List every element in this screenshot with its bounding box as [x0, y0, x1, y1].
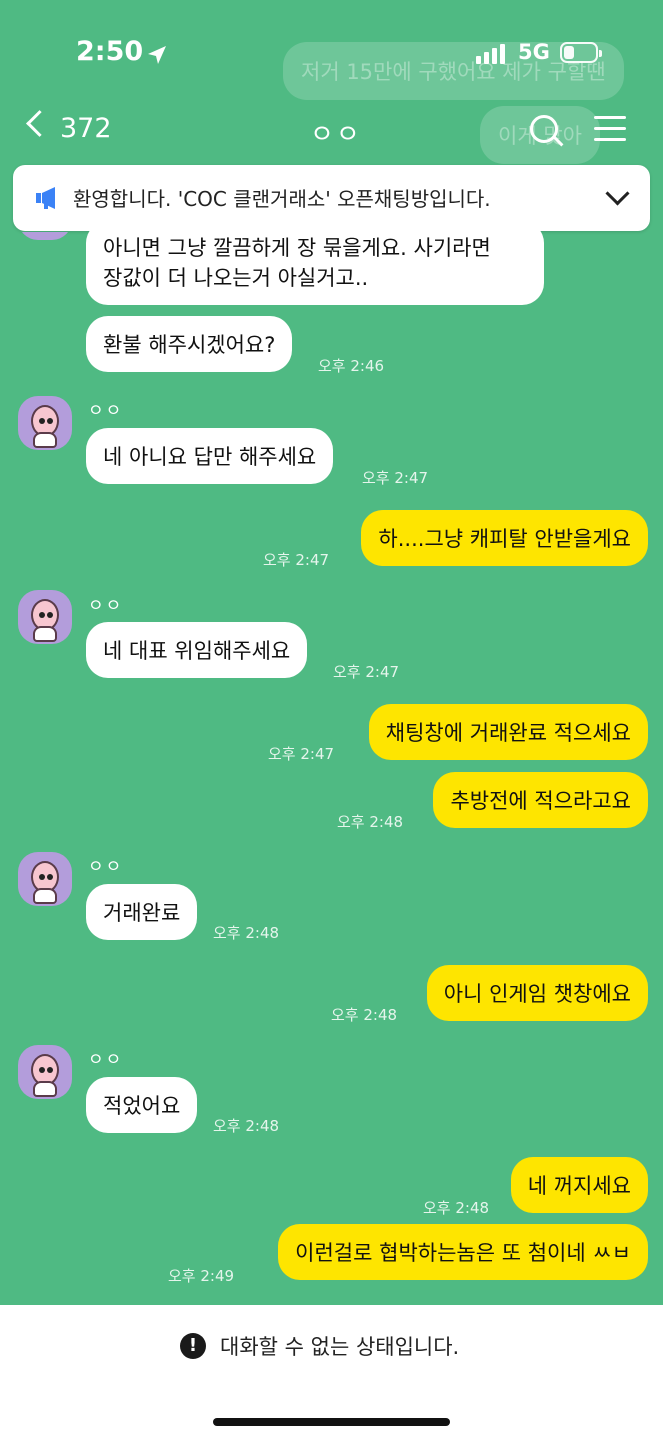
- message-bubble[interactable]: 거래완료: [86, 884, 198, 940]
- message-bubble[interactable]: 아니 인게임 챗창에요: [426, 965, 648, 1021]
- message-bubble[interactable]: 적었어요: [86, 1077, 198, 1133]
- message-bubble[interactable]: 채팅창에 거래완료 적으세요: [368, 704, 648, 760]
- location-arrow-icon: [148, 46, 166, 64]
- avatar[interactable]: [18, 852, 72, 906]
- message-time: 오후 2:48: [423, 1199, 490, 1217]
- search-icon[interactable]: [530, 115, 558, 143]
- sender-name: ㅇㅇ: [88, 401, 124, 421]
- member-count[interactable]: 372: [60, 113, 112, 144]
- home-indicator[interactable]: [213, 1418, 450, 1426]
- sender-name: ㅇㅇ: [88, 1050, 124, 1070]
- sender-name: ㅇㅇ: [88, 596, 124, 616]
- message-time: 오후 2:47: [362, 469, 429, 487]
- message-bubble[interactable]: 네 대표 위임해주세요: [86, 622, 308, 678]
- message-time: 오후 2:47: [268, 745, 335, 763]
- back-icon[interactable]: [26, 110, 53, 137]
- message-bubble[interactable]: 환불 해주시겠어요?: [86, 316, 293, 372]
- avatar[interactable]: [18, 1045, 72, 1099]
- disabled-notice: 대화할 수 없는 상태입니다.: [220, 1335, 460, 1359]
- message-bubble[interactable]: 하....그냥 캐피탈 안받을게요: [361, 510, 648, 566]
- alert-icon: !: [180, 1333, 206, 1359]
- input-disabled-bar: ! 대화할 수 없는 상태입니다.: [0, 1305, 663, 1440]
- message-time: 오후 2:47: [333, 663, 400, 681]
- message-time: 오후 2:48: [331, 1006, 398, 1024]
- background-bubble: 저거 15만에 구했어요 제가 구할땐: [283, 42, 624, 100]
- menu-icon[interactable]: [594, 116, 626, 142]
- message-time: 오후 2:48: [337, 813, 404, 831]
- message-time: 오후 2:46: [318, 357, 385, 375]
- message-bubble[interactable]: 아니면 그냥 깔끔하게 장 묶을게요. 사기라면 장값이 더 나오는거 아실거고…: [86, 221, 544, 305]
- message-line: 아니면 그냥 깔끔하게 장 묶을게요. 사기라면: [103, 236, 491, 260]
- notice-text: 환영합니다. 'COC 클랜거래소' 오픈채팅방입니다.: [73, 187, 491, 211]
- message-bubble[interactable]: 이런걸로 협박하는놈은 또 첨이네 ㅆㅂ: [278, 1224, 648, 1280]
- message-time: 오후 2:48: [213, 1117, 280, 1135]
- chevron-down-icon[interactable]: [605, 181, 630, 206]
- message-time: 오후 2:48: [213, 924, 280, 942]
- message-bubble[interactable]: 추방전에 적으라고요: [433, 772, 648, 828]
- message-bubble[interactable]: 네 아니요 답만 해주세요: [86, 428, 334, 484]
- avatar[interactable]: [18, 590, 72, 644]
- status-time: 2:50: [76, 36, 144, 67]
- megaphone-icon: [36, 187, 55, 209]
- message-time: 오후 2:49: [168, 1267, 235, 1285]
- message-time: 오후 2:47: [263, 551, 330, 569]
- sender-name: ㅇㅇ: [88, 857, 124, 877]
- message-line: 장값이 더 나오는거 아실거고..: [103, 266, 369, 290]
- chat-room-title: ㅇㅇ: [310, 120, 362, 150]
- avatar[interactable]: [18, 396, 72, 450]
- message-bubble[interactable]: 네 꺼지세요: [510, 1157, 648, 1213]
